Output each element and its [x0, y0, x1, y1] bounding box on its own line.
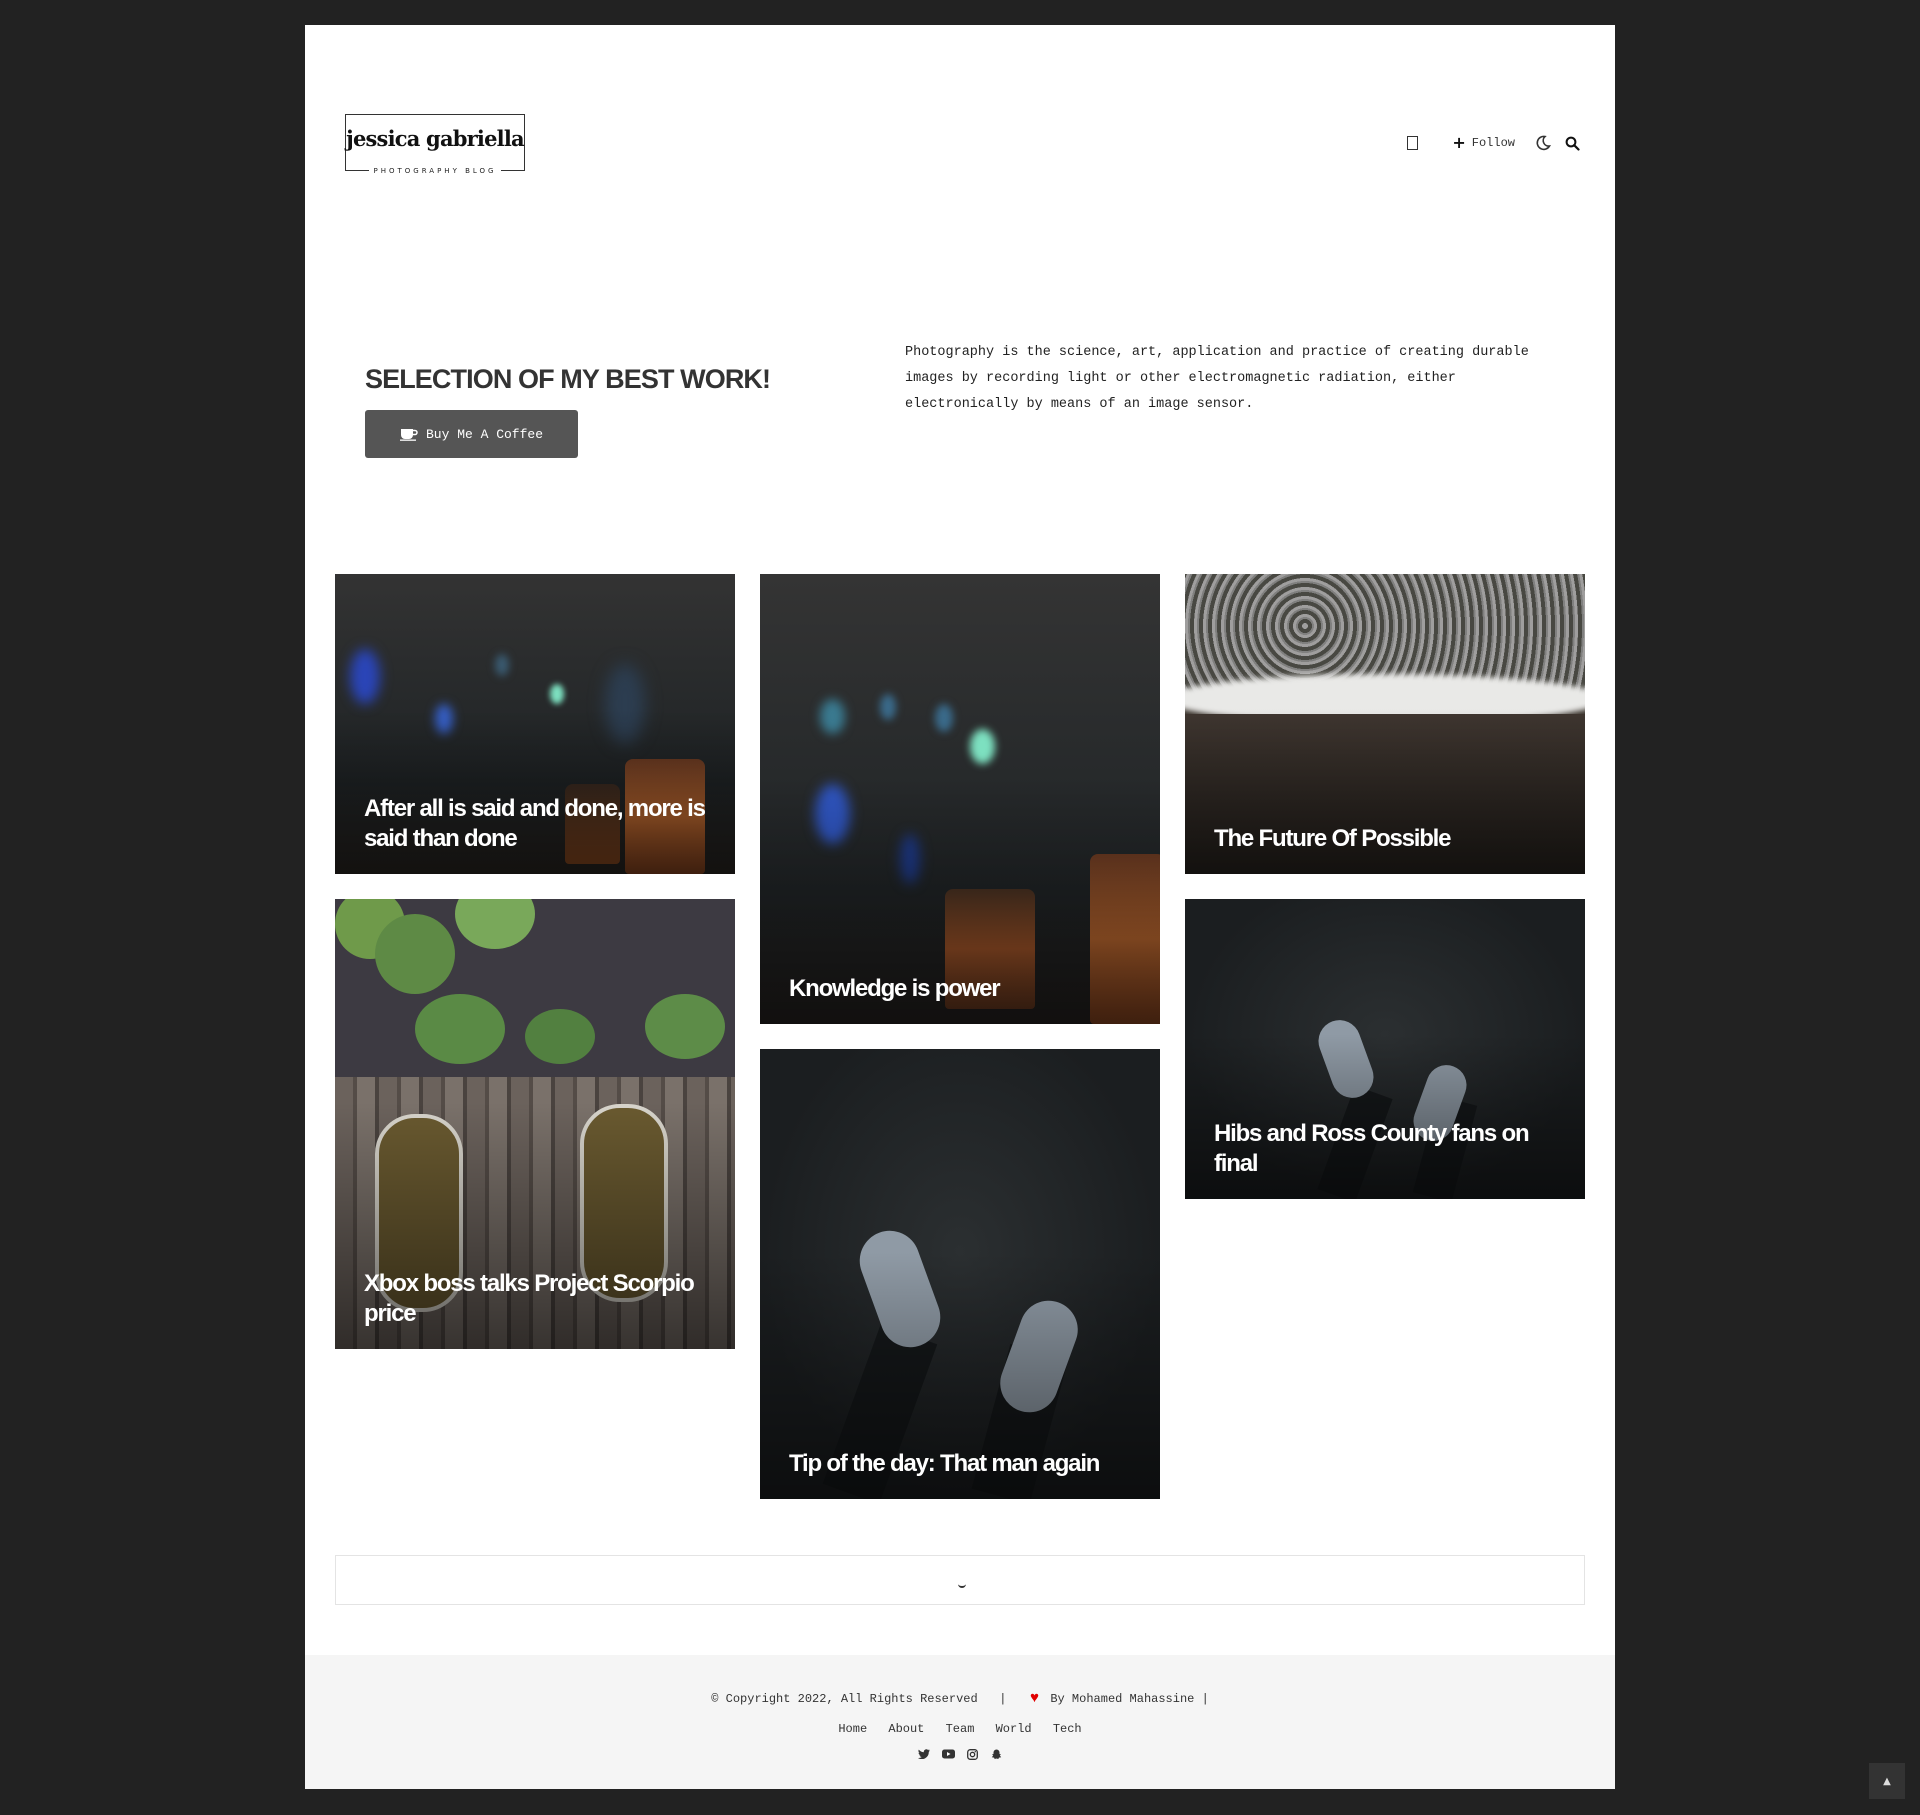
site-logo[interactable]: jessica gabriella PHOTOGRAPHY BLOG	[345, 114, 525, 175]
buy-me-a-coffee-button[interactable]: Buy Me A Coffee	[365, 410, 578, 458]
social-links	[305, 1747, 1615, 1761]
post-title: Hibs and Ross County fans on final	[1214, 1120, 1530, 1177]
plus-icon: +	[1452, 133, 1466, 152]
author-credit: By Mohamed Mahassine	[1050, 1692, 1195, 1706]
bookmark-icon[interactable]	[1407, 136, 1419, 150]
post-title: Knowledge is power	[789, 975, 1001, 1002]
follow-button[interactable]: + Follow	[1452, 135, 1515, 151]
coffee-cup-icon	[399, 429, 418, 441]
post-card[interactable]: Tip of the day: That man again	[760, 1049, 1160, 1499]
moon-icon[interactable]	[1535, 135, 1551, 151]
footer: © Copyright 2022, All Rights Reserved | …	[305, 1655, 1615, 1789]
youtube-icon[interactable]	[941, 1747, 955, 1761]
footer-link-about[interactable]: About	[888, 1722, 924, 1736]
twitter-icon[interactable]	[917, 1747, 931, 1761]
post-title: The Future Of Possible	[1214, 825, 1452, 852]
footer-link-tech[interactable]: Tech	[1053, 1722, 1082, 1736]
post-card[interactable]: Hibs and Ross County fans on final	[1185, 899, 1585, 1199]
page-title: SELECTION OF MY BEST WORK!	[365, 364, 771, 394]
footer-credits: © Copyright 2022, All Rights Reserved | …	[305, 1690, 1615, 1707]
post-title: After all is said and done, more is said…	[364, 795, 706, 852]
post-card[interactable]: After all is said and done, more is said…	[335, 574, 735, 874]
instagram-icon[interactable]	[965, 1747, 979, 1761]
footer-nav: Home About Team World Tech	[305, 1722, 1615, 1736]
heart-icon: ♥	[1030, 1690, 1040, 1707]
logo-tagline: PHOTOGRAPHY BLOG	[368, 167, 502, 175]
loading-spinner-icon	[958, 1582, 966, 1588]
back-to-top-button[interactable]: ▲	[1869, 1763, 1905, 1799]
post-card[interactable]: The Future Of Possible	[1185, 574, 1585, 874]
post-title: Tip of the day: That man again	[789, 1450, 1100, 1477]
search-icon[interactable]	[1565, 136, 1580, 151]
footer-separator: |	[999, 1692, 1007, 1706]
load-more-area[interactable]	[335, 1555, 1585, 1605]
snapchat-icon[interactable]	[989, 1747, 1003, 1761]
intro-description: Photography is the science, art, applica…	[905, 345, 1529, 412]
page: jessica gabriella PHOTOGRAPHY BLOG + Fol…	[305, 25, 1615, 1789]
footer-separator: |	[1201, 1692, 1209, 1706]
header-tools: + Follow	[1407, 131, 1580, 155]
post-title: Xbox boss talks Project Scorpio price	[364, 1270, 695, 1327]
copyright-text: © Copyright 2022, All Rights Reserved	[711, 1692, 978, 1706]
footer-link-world[interactable]: World	[996, 1722, 1032, 1736]
chevron-up-icon: ▲	[1883, 1775, 1891, 1787]
coffee-button-label: Buy Me A Coffee	[425, 426, 544, 442]
follow-label: Follow	[1471, 136, 1515, 150]
footer-link-home[interactable]: Home	[838, 1722, 867, 1736]
logo-name: jessica gabriella	[346, 126, 524, 151]
footer-link-team[interactable]: Team	[946, 1722, 975, 1736]
post-card[interactable]: Xbox boss talks Project Scorpio price	[335, 899, 735, 1349]
post-card[interactable]: Knowledge is power	[760, 574, 1160, 1024]
